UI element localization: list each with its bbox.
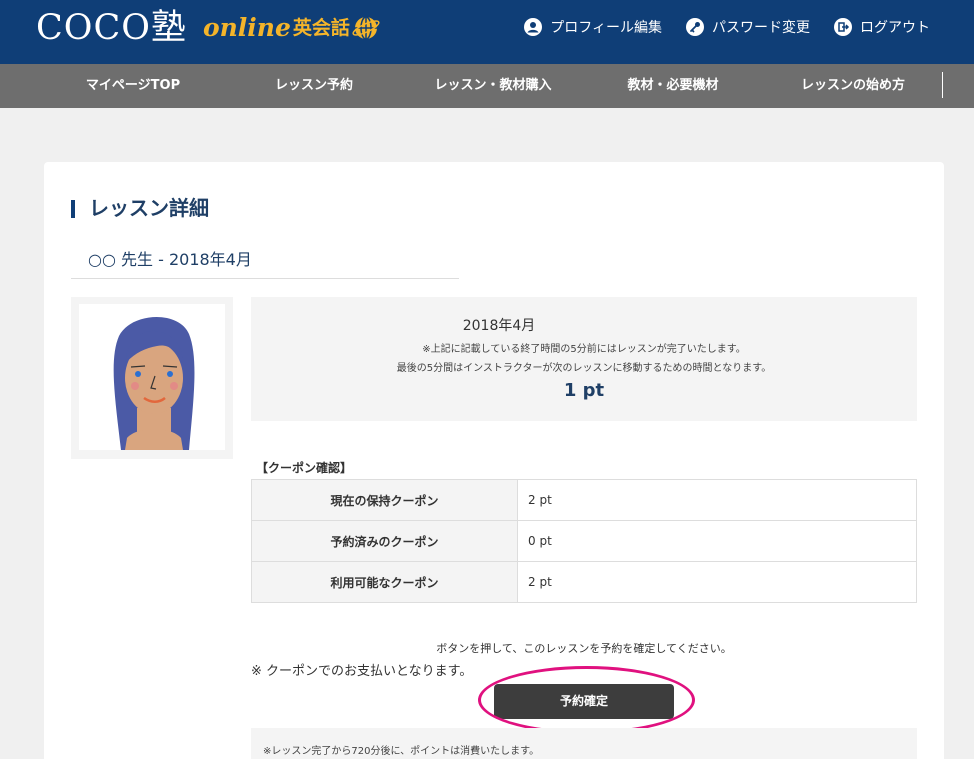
user-icon bbox=[524, 18, 543, 36]
teacher-date-heading: ○○ 先生 - 2018年4月 bbox=[88, 250, 252, 269]
nav-item-lesson-booking[interactable]: レッスン予約 bbox=[222, 64, 406, 108]
logo-main-text: COCO塾 bbox=[36, 8, 187, 48]
logo-eikaiwa-text: 英会話 bbox=[292, 17, 350, 39]
coupon-value-current: 2 pt bbox=[517, 479, 917, 521]
coupon-section-title: 【クーポン確認】 bbox=[256, 461, 353, 475]
teacher-illustration bbox=[113, 316, 195, 450]
coupon-value-reserved: 0 pt bbox=[517, 520, 917, 562]
site-header: COCO塾 online 英会話 プロフィール編集 パスワード変更 ログアウト bbox=[0, 0, 974, 64]
logout-label: ログアウト bbox=[860, 20, 930, 36]
coupon-value-available: 2 pt bbox=[517, 561, 917, 603]
lesson-points: 1 pt bbox=[563, 380, 605, 401]
site-logo[interactable]: COCO塾 online 英会話 bbox=[36, 8, 380, 48]
payment-note: ※ クーポンでのお支払いとなります。 bbox=[251, 664, 473, 679]
header-links: プロフィール編集 パスワード変更 ログアウト bbox=[500, 16, 930, 38]
main-nav: マイページTOP レッスン予約 レッスン・教材購入 教材・必要機材 レッスンの始… bbox=[0, 64, 974, 108]
logout-icon bbox=[834, 18, 852, 36]
nav-item-mypage-top[interactable]: マイページTOP bbox=[41, 64, 225, 108]
confirm-booking-button[interactable]: 予約確定 bbox=[494, 684, 674, 719]
table-row: 現在の保持クーポン 2 pt bbox=[251, 479, 917, 521]
table-row: 利用可能なクーポン 2 pt bbox=[251, 561, 917, 603]
teacher-avatar bbox=[79, 304, 225, 450]
nav-item-lesson-purchase[interactable]: レッスン・教材購入 bbox=[401, 64, 585, 108]
points-consumption-note: ※レッスン完了から720分後に、ポイントは消費いたします。 bbox=[251, 728, 917, 759]
page-title: レッスン詳細 bbox=[89, 196, 209, 220]
globe-icon bbox=[352, 16, 380, 40]
logo-online-text: online bbox=[202, 13, 291, 42]
title-accent-bar bbox=[71, 200, 75, 218]
coupon-table: 現在の保持クーポン 2 pt 予約済みのクーポン 0 pt 利用可能なクーポン … bbox=[251, 479, 917, 603]
profile-edit-label: プロフィール編集 bbox=[550, 20, 662, 36]
confirm-instruction: ボタンを押して、このレッスンを予約を確定してください。 bbox=[436, 642, 732, 655]
points-consumption-text: ※レッスン完了から720分後に、ポイントは消費いたします。 bbox=[263, 746, 540, 757]
table-row: 予約済みのクーポン 0 pt bbox=[251, 520, 917, 562]
profile-edit-link[interactable]: プロフィール編集 bbox=[524, 16, 662, 38]
teacher-photo-frame bbox=[71, 297, 233, 459]
coupon-label-reserved: 予約済みのクーポン bbox=[251, 520, 518, 562]
password-change-label: パスワード変更 bbox=[712, 20, 810, 36]
lesson-note-1: ※上記に記載している終了時間の5分前にはレッスンが完了いたします。 bbox=[422, 344, 746, 355]
lesson-date: 2018年4月 bbox=[462, 318, 536, 334]
logout-link[interactable]: ログアウト bbox=[834, 16, 930, 38]
nav-item-how-to-start[interactable]: レッスンの始め方 bbox=[761, 64, 945, 108]
nav-separator bbox=[942, 72, 943, 98]
lesson-info-box: 2018年4月 ※上記に記載している終了時間の5分前にはレッスンが完了いたします… bbox=[251, 297, 917, 421]
coupon-label-current: 現在の保持クーポン bbox=[251, 479, 518, 521]
nav-item-materials[interactable]: 教材・必要機材 bbox=[581, 64, 765, 108]
key-icon bbox=[686, 18, 704, 36]
lesson-note-2: 最後の5分間はインストラクターが次のレッスンに移動するための時間となります。 bbox=[396, 363, 772, 374]
heading-divider bbox=[71, 278, 459, 279]
coupon-label-available: 利用可能なクーポン bbox=[251, 561, 518, 603]
password-change-link[interactable]: パスワード変更 bbox=[686, 16, 810, 38]
